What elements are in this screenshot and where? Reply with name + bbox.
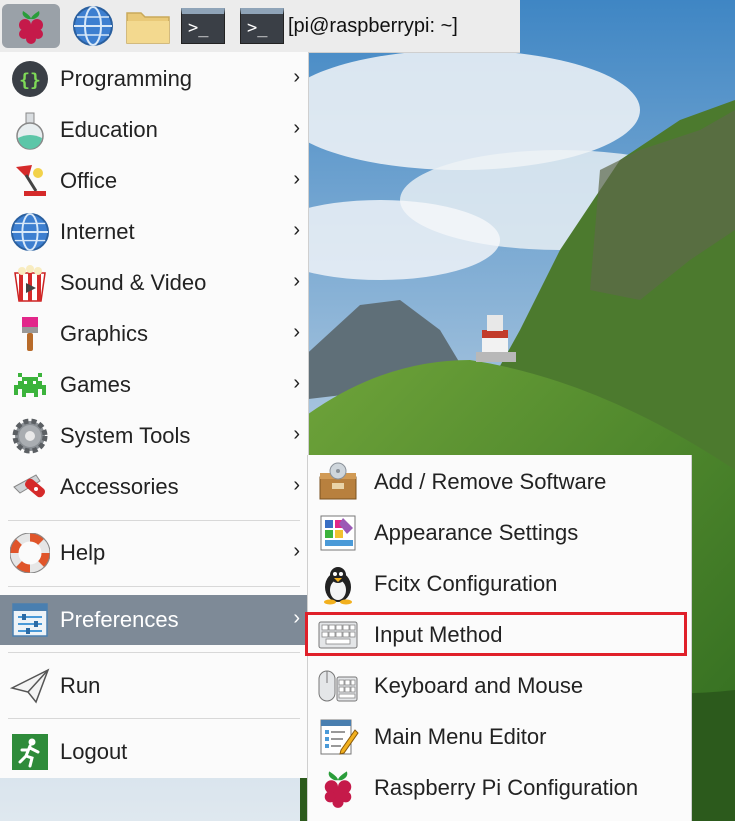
file-manager-button[interactable]	[123, 4, 173, 48]
preferences-submenu: Add / Remove Software Appearance Setting…	[307, 455, 692, 821]
exit-runner-icon	[8, 730, 52, 774]
menu-item-label: Accessories	[60, 474, 179, 499]
chevron-right-icon: ›	[293, 607, 300, 629]
submenu-item-label: Add / Remove Software	[374, 469, 607, 494]
taskbar-window-title: [pi@raspberrypi: ~]	[288, 14, 458, 37]
menu-item-label: Sound & Video	[60, 270, 207, 295]
menu-item-label: Programming	[60, 66, 193, 91]
menu-item-preferences[interactable]: Preferences ›	[0, 595, 308, 645]
submenu-item-main-menu-editor[interactable]: Main Menu Editor	[308, 712, 691, 762]
taskbar-window-terminal[interactable]: >_ [pi@raspberrypi: ~]	[240, 4, 520, 48]
space-invader-icon	[8, 363, 52, 407]
menu-item-label: Education	[60, 117, 158, 142]
chevron-right-icon: ›	[293, 372, 300, 394]
menu-separator	[8, 718, 300, 719]
chevron-right-icon: ›	[293, 117, 300, 139]
menu-separator	[8, 520, 300, 521]
menu-item-label: Office	[60, 168, 118, 193]
taskbar: >_ >_ [pi@raspberrypi: ~]	[0, 0, 520, 53]
office-lamp-icon	[8, 159, 52, 203]
menu-item-help[interactable]: Help ›	[0, 528, 308, 578]
menu-item-label: Run	[60, 673, 101, 698]
svg-text:{}: {}	[19, 70, 41, 91]
web-browser-button[interactable]	[70, 4, 116, 48]
submenu-item-input-method[interactable]: Input Method	[308, 610, 691, 660]
pocket-knife-icon	[8, 465, 52, 509]
menu-editor-icon	[316, 715, 360, 759]
appearance-palette-icon	[316, 511, 360, 555]
programming-icon: {}	[8, 57, 52, 101]
menu-item-label: Internet	[60, 219, 135, 244]
preferences-sliders-icon	[8, 598, 52, 642]
globe-icon	[73, 6, 113, 46]
chevron-right-icon: ›	[293, 219, 300, 241]
menu-item-run[interactable]: Run	[0, 661, 308, 711]
raspberry-icon	[19, 11, 43, 44]
chevron-right-icon: ›	[293, 66, 300, 88]
submenu-item-appearance-settings[interactable]: Appearance Settings	[308, 508, 691, 558]
terminal-button[interactable]: >_	[178, 4, 228, 48]
chevron-right-icon: ›	[293, 423, 300, 445]
raspberry-icon	[316, 766, 360, 810]
submenu-item-label: Raspberry Pi Configuration	[374, 775, 639, 800]
education-flask-icon	[8, 108, 52, 152]
submenu-item-label: Appearance Settings	[374, 520, 579, 545]
chevron-right-icon: ›	[293, 540, 300, 562]
paintbrush-icon	[8, 312, 52, 356]
keyboard-icon	[316, 613, 360, 657]
keyboard-mouse-icon	[316, 664, 360, 708]
folder-icon	[126, 12, 170, 44]
penguin-icon	[316, 562, 360, 606]
globe-icon	[8, 210, 52, 254]
menu-separator	[8, 652, 300, 653]
menu-item-label: Preferences	[60, 607, 179, 632]
submenu-item-add-remove-software[interactable]: Add / Remove Software	[308, 457, 691, 507]
submenu-item-raspberry-pi-configuration[interactable]: Raspberry Pi Configuration	[308, 763, 691, 813]
applications-menu: {} Programming › Education › Office › In…	[0, 52, 309, 778]
submenu-item-fcitx-configuration[interactable]: Fcitx Configuration	[308, 559, 691, 609]
menu-item-office[interactable]: Office ›	[0, 156, 308, 206]
menu-item-label: Graphics	[60, 321, 149, 346]
menu-item-games[interactable]: Games ›	[0, 360, 308, 410]
menu-item-programming[interactable]: {} Programming ›	[0, 54, 308, 104]
terminal-icon: >_	[181, 8, 225, 44]
lifebuoy-icon	[8, 531, 52, 575]
terminal-icon: >_	[240, 8, 284, 44]
menu-item-label: Logout	[60, 739, 128, 764]
chevron-right-icon: ›	[293, 474, 300, 496]
submenu-item-label: Keyboard and Mouse	[374, 673, 584, 698]
chevron-right-icon: ›	[293, 321, 300, 343]
applications-menu-button[interactable]	[2, 4, 60, 48]
menu-item-sound-video[interactable]: Sound & Video ›	[0, 258, 308, 308]
menu-item-education[interactable]: Education ›	[0, 105, 308, 155]
chevron-right-icon: ›	[293, 270, 300, 292]
menu-item-internet[interactable]: Internet ›	[0, 207, 308, 257]
submenu-item-label: Fcitx Configuration	[374, 571, 558, 596]
gear-icon	[8, 414, 52, 458]
software-box-icon	[316, 460, 360, 504]
paper-plane-icon	[8, 664, 52, 708]
submenu-item-label: Input Method	[374, 622, 503, 647]
menu-item-label: Games	[60, 372, 131, 397]
menu-item-logout[interactable]: Logout	[0, 727, 308, 777]
menu-item-graphics[interactable]: Graphics ›	[0, 309, 308, 359]
submenu-item-keyboard-and-mouse[interactable]: Keyboard and Mouse	[308, 661, 691, 711]
chevron-right-icon: ›	[293, 168, 300, 190]
menu-item-label: System Tools	[60, 423, 191, 448]
submenu-item-label: Main Menu Editor	[374, 724, 547, 749]
menu-item-accessories[interactable]: Accessories ›	[0, 462, 308, 512]
menu-separator	[8, 586, 300, 587]
menu-item-label: Help	[60, 540, 106, 565]
menu-item-system-tools[interactable]: System Tools ›	[0, 411, 308, 461]
popcorn-icon	[8, 261, 52, 305]
